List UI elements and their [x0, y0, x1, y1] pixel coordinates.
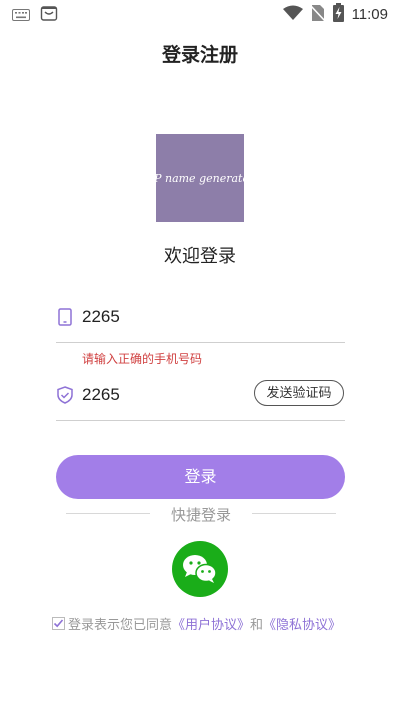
welcome-text: 欢迎登录	[164, 246, 236, 267]
phone-icon	[56, 308, 74, 326]
login-button[interactable]: 登录	[56, 455, 345, 499]
quick-login-label: 快捷登录	[170, 506, 231, 524]
shop-bag-icon	[40, 4, 58, 26]
verification-code-input[interactable]	[82, 382, 262, 408]
shield-icon	[56, 386, 74, 404]
divider-right	[252, 513, 336, 514]
code-field-row: 发送验证码	[56, 374, 345, 421]
clock: 11:09	[351, 6, 388, 23]
phone-input[interactable]	[82, 304, 262, 330]
agreement-and: 和	[250, 617, 264, 633]
keyboard-icon	[12, 6, 30, 25]
battery-charging-icon	[332, 3, 344, 26]
user-agreement-link[interactable]: 《用户协议》	[172, 614, 250, 633]
status-right: 11:09	[282, 3, 388, 26]
divider-left	[66, 513, 150, 514]
send-code-button[interactable]: 发送验证码	[254, 380, 344, 406]
wifi-icon	[282, 5, 303, 25]
checkmark-icon	[53, 618, 64, 627]
agreement-row: 登录表示您已同意 《用户协议》 和 《隐私协议》	[52, 614, 341, 633]
page-title: 登录注册	[161, 44, 238, 66]
logo-text: CP name generator	[145, 171, 255, 185]
privacy-agreement-link[interactable]: 《隐私协议》	[263, 614, 341, 633]
phone-error-message: 请输入正确的手机号码	[82, 352, 203, 366]
wechat-login-button[interactable]	[172, 541, 228, 597]
phone-field-row	[56, 296, 345, 343]
status-left-icons	[12, 4, 58, 26]
wechat-icon	[183, 555, 217, 583]
agreement-checkbox[interactable]	[52, 616, 65, 630]
agreement-prefix: 登录表示您已同意	[68, 617, 173, 633]
status-bar: 11:09	[0, 0, 400, 28]
no-sim-icon	[309, 4, 326, 26]
app-logo: CP name generator	[146, 134, 254, 222]
